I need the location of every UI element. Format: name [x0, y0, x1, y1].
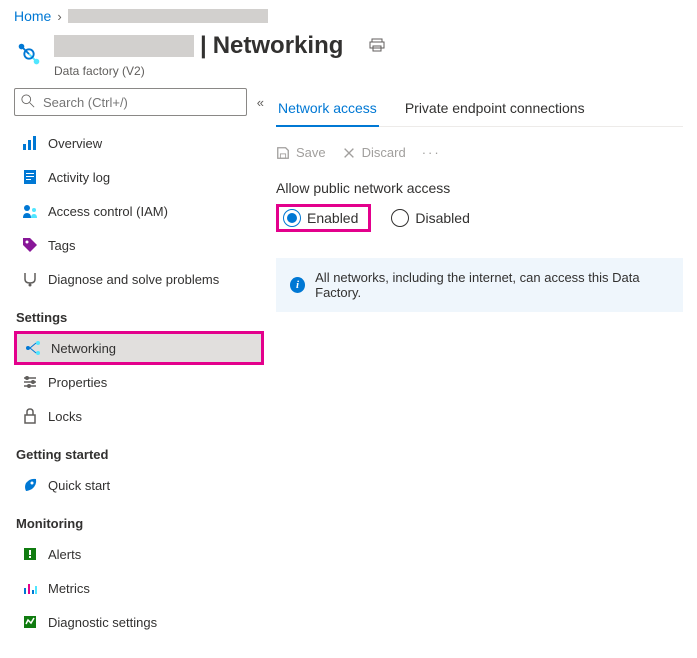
resource-type-subtitle: Data factory (V2)	[54, 64, 385, 78]
content-tabs: Network access Private endpoint connecti…	[276, 94, 683, 127]
sidebar-item-diagnose[interactable]: Diagnose and solve problems	[14, 262, 264, 296]
sidebar-item-alerts[interactable]: Alerts	[14, 537, 264, 571]
tab-private-endpoint[interactable]: Private endpoint connections	[403, 94, 587, 126]
sidebar-item-tags[interactable]: Tags	[14, 228, 264, 262]
allow-public-access-label: Allow public network access	[276, 180, 683, 196]
sidebar-item-label: Properties	[48, 375, 107, 390]
iam-icon	[22, 203, 38, 219]
save-button[interactable]: Save	[276, 145, 326, 160]
discard-label: Discard	[362, 145, 406, 160]
search-box[interactable]	[14, 88, 247, 116]
radio-enabled[interactable]: Enabled	[283, 209, 358, 227]
sidebar-item-label: Diagnose and solve problems	[48, 272, 219, 287]
quick-start-icon	[22, 477, 38, 493]
info-text: All networks, including the internet, ca…	[315, 270, 669, 300]
more-actions-button[interactable]: ···	[422, 145, 441, 160]
alerts-icon	[22, 546, 38, 562]
title-separator: |	[200, 32, 207, 60]
collapse-sidebar-icon[interactable]: «	[257, 95, 264, 110]
sidebar-item-label: Overview	[48, 136, 102, 151]
sidebar-item-metrics[interactable]: Metrics	[14, 571, 264, 605]
sidebar-item-locks[interactable]: Locks	[14, 399, 264, 433]
breadcrumb-resource-redacted	[68, 9, 268, 23]
sidebar-item-label: Metrics	[48, 581, 90, 596]
sidebar-item-activity-log[interactable]: Activity log	[14, 160, 264, 194]
sidebar-item-label: Alerts	[48, 547, 81, 562]
info-message: i All networks, including the internet, …	[276, 258, 683, 312]
print-icon[interactable]	[369, 32, 385, 60]
data-factory-icon	[14, 39, 44, 72]
sidebar-item-label: Locks	[48, 409, 82, 424]
radio-disabled[interactable]: Disabled	[391, 209, 469, 227]
properties-icon	[22, 374, 38, 390]
page-title: Networking	[213, 32, 344, 60]
sidebar-item-label: Activity log	[48, 170, 110, 185]
breadcrumb-home-link[interactable]: Home	[14, 8, 51, 24]
settings-section-header: Settings	[14, 296, 264, 331]
page-header: | Networking Data factory (V2)	[14, 32, 683, 78]
activity-log-icon	[22, 169, 38, 185]
sidebar-item-label: Access control (IAM)	[48, 204, 168, 219]
diagnostic-settings-icon	[22, 614, 38, 630]
sidebar-item-label: Quick start	[48, 478, 110, 493]
networking-icon	[25, 340, 41, 356]
resource-name-redacted	[54, 35, 194, 57]
search-icon	[21, 94, 35, 111]
radio-circle-icon	[283, 209, 301, 227]
sidebar: « Overview Activity log Access control (…	[14, 88, 264, 639]
tags-icon	[22, 237, 38, 253]
diagnose-icon	[22, 271, 38, 287]
public-access-radio-group: Enabled Disabled	[276, 204, 683, 232]
sidebar-item-access-control[interactable]: Access control (IAM)	[14, 194, 264, 228]
sidebar-item-overview[interactable]: Overview	[14, 126, 264, 160]
radio-disabled-label: Disabled	[415, 210, 469, 226]
search-input[interactable]	[41, 94, 240, 111]
sidebar-item-quick-start[interactable]: Quick start	[14, 468, 264, 502]
discard-button[interactable]: Discard	[342, 145, 406, 160]
overview-icon	[22, 135, 38, 151]
breadcrumb: Home ›	[14, 8, 683, 24]
sidebar-item-label: Tags	[48, 238, 75, 253]
info-icon: i	[290, 277, 305, 293]
lock-icon	[22, 408, 38, 424]
toolbar: Save Discard ···	[276, 145, 683, 160]
radio-circle-icon	[391, 209, 409, 227]
metrics-icon	[22, 580, 38, 596]
sidebar-item-label: Networking	[51, 341, 116, 356]
radio-enabled-label: Enabled	[307, 210, 358, 226]
content-pane: Network access Private endpoint connecti…	[276, 88, 683, 639]
tab-network-access[interactable]: Network access	[276, 94, 379, 126]
sidebar-item-networking[interactable]: Networking	[14, 331, 264, 365]
save-label: Save	[296, 145, 326, 160]
getting-started-section-header: Getting started	[14, 433, 264, 468]
sidebar-item-label: Diagnostic settings	[48, 615, 157, 630]
sidebar-item-diagnostic-settings[interactable]: Diagnostic settings	[14, 605, 264, 639]
monitoring-section-header: Monitoring	[14, 502, 264, 537]
sidebar-item-properties[interactable]: Properties	[14, 365, 264, 399]
chevron-right-icon: ›	[57, 9, 61, 24]
